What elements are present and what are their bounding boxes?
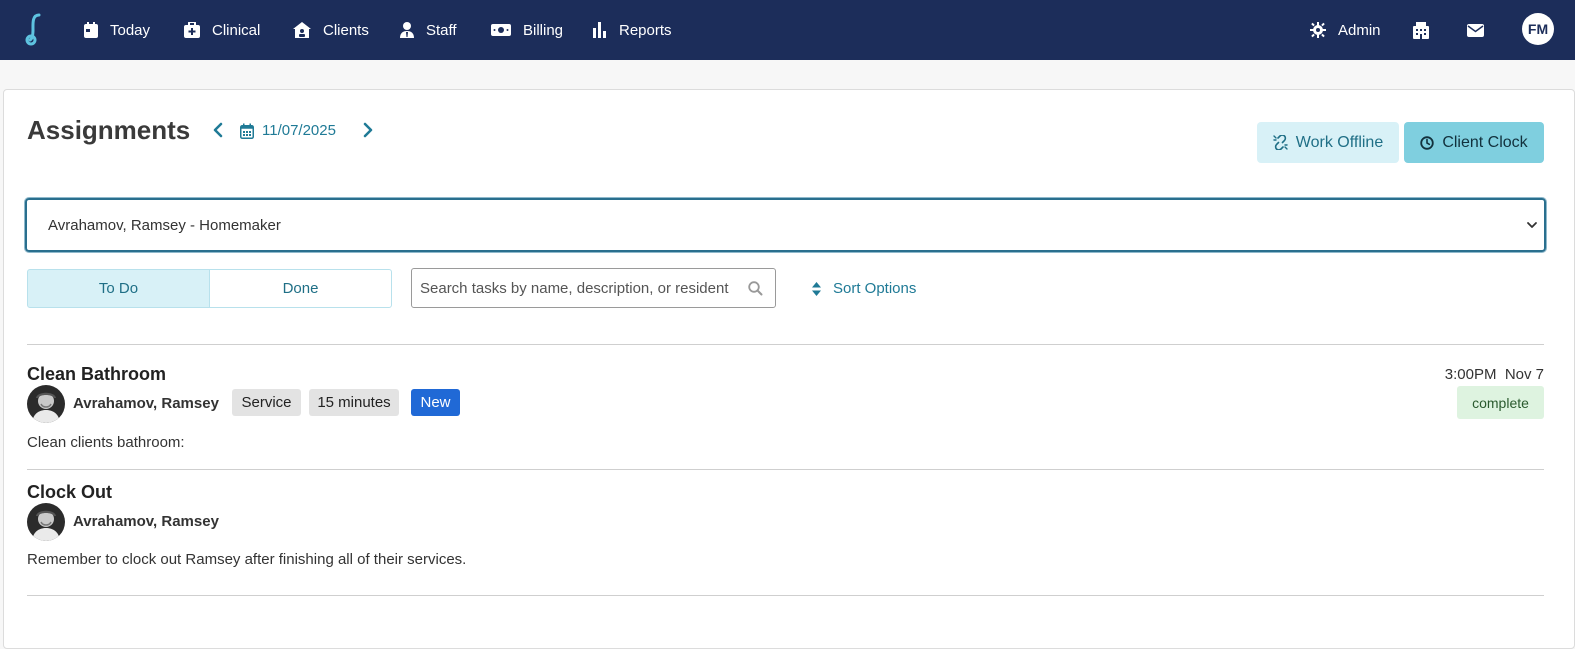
calendar-icon bbox=[240, 123, 254, 139]
task-client-name[interactable]: Avrahamov, Ramsey bbox=[73, 395, 219, 412]
page-title: Assignments bbox=[27, 115, 191, 145]
nav-label: Reports bbox=[619, 21, 672, 39]
nav-label: Staff bbox=[426, 21, 457, 39]
task-title[interactable]: Clock Out bbox=[27, 482, 112, 503]
money-bill-icon bbox=[491, 24, 511, 36]
sort-options-button[interactable]: Sort Options bbox=[812, 280, 916, 297]
clock-icon bbox=[1420, 135, 1435, 150]
unlink-icon bbox=[1273, 135, 1288, 150]
gear-icon bbox=[1310, 22, 1326, 38]
nav-clinical[interactable]: Clinical bbox=[184, 0, 260, 60]
chevron-down-icon bbox=[1527, 222, 1537, 228]
top-navbar: Today Clinical Clients Staff Billing Rep… bbox=[0, 0, 1575, 60]
task-description: Clean clients bathroom: bbox=[27, 434, 185, 451]
tab-done[interactable]: Done bbox=[209, 269, 392, 308]
assignment-select[interactable]: Avrahamov, Ramsey - Homemaker bbox=[25, 198, 1546, 252]
work-offline-label: Work Offline bbox=[1295, 133, 1384, 151]
house-user-icon bbox=[293, 22, 311, 38]
client-clock-label: Client Clock bbox=[1442, 133, 1528, 151]
new-badge: New bbox=[411, 389, 460, 416]
previous-date-button[interactable] bbox=[212, 122, 224, 143]
nav-staff[interactable]: Staff bbox=[400, 0, 457, 60]
client-avatar[interactable] bbox=[27, 385, 65, 423]
client-clock-button[interactable]: Client Clock bbox=[1404, 122, 1544, 163]
task-search bbox=[411, 268, 776, 308]
task-title[interactable]: Clean Bathroom bbox=[27, 364, 166, 385]
chevron-right-icon bbox=[363, 122, 373, 138]
search-input[interactable] bbox=[412, 270, 742, 306]
user-avatar[interactable]: FM bbox=[1522, 13, 1554, 45]
work-offline-button[interactable]: Work Offline bbox=[1257, 122, 1399, 163]
medical-kit-icon bbox=[184, 22, 200, 38]
building-icon bbox=[1413, 21, 1429, 39]
bar-chart-icon bbox=[593, 22, 606, 38]
nav-billing[interactable]: Billing bbox=[491, 0, 563, 60]
logo-icon[interactable] bbox=[22, 12, 46, 46]
nav-clients[interactable]: Clients bbox=[293, 0, 369, 60]
sort-icon bbox=[812, 281, 821, 296]
date-picker[interactable]: 11/07/2025 bbox=[240, 122, 336, 139]
tab-todo[interactable]: To Do bbox=[27, 269, 210, 308]
next-date-button[interactable] bbox=[362, 122, 374, 143]
task-description: Remember to clock out Ramsey after finis… bbox=[27, 551, 467, 568]
nav-label: Admin bbox=[1338, 21, 1381, 39]
envelope-icon bbox=[1467, 23, 1484, 37]
task-type-tag: Service bbox=[232, 389, 301, 416]
current-date: 11/07/2025 bbox=[262, 122, 336, 139]
client-avatar[interactable] bbox=[27, 503, 65, 541]
nav-today[interactable]: Today bbox=[84, 0, 150, 60]
task-time: 3:00PM Nov 7 bbox=[1445, 366, 1544, 383]
selected-assignment: Avrahamov, Ramsey - Homemaker bbox=[48, 216, 281, 234]
nav-reports[interactable]: Reports bbox=[593, 0, 672, 60]
divider bbox=[27, 595, 1544, 596]
calendar-icon bbox=[84, 22, 98, 38]
facility-button[interactable] bbox=[1413, 0, 1429, 60]
task-date-value: Nov 7 bbox=[1504, 366, 1544, 383]
client-photo bbox=[27, 385, 65, 423]
nav-label: Clinical bbox=[212, 21, 261, 39]
task-client-name[interactable]: Avrahamov, Ramsey bbox=[73, 513, 219, 530]
status-badge: complete bbox=[1457, 386, 1544, 419]
nav-admin[interactable]: Admin bbox=[1310, 0, 1381, 60]
chevron-left-icon bbox=[213, 122, 223, 138]
divider bbox=[27, 469, 1544, 470]
task-time-value: 3:00PM bbox=[1444, 366, 1497, 383]
nav-label: Today bbox=[110, 21, 151, 39]
sort-options-label: Sort Options bbox=[833, 280, 917, 297]
task-duration-tag: 15 minutes bbox=[309, 389, 399, 416]
nav-label: Billing bbox=[523, 21, 564, 39]
nav-label: Clients bbox=[323, 21, 369, 39]
search-icon bbox=[748, 281, 763, 296]
divider bbox=[27, 344, 1544, 345]
client-photo bbox=[27, 503, 65, 541]
user-tie-icon bbox=[400, 22, 414, 38]
messages-button[interactable] bbox=[1467, 0, 1484, 60]
